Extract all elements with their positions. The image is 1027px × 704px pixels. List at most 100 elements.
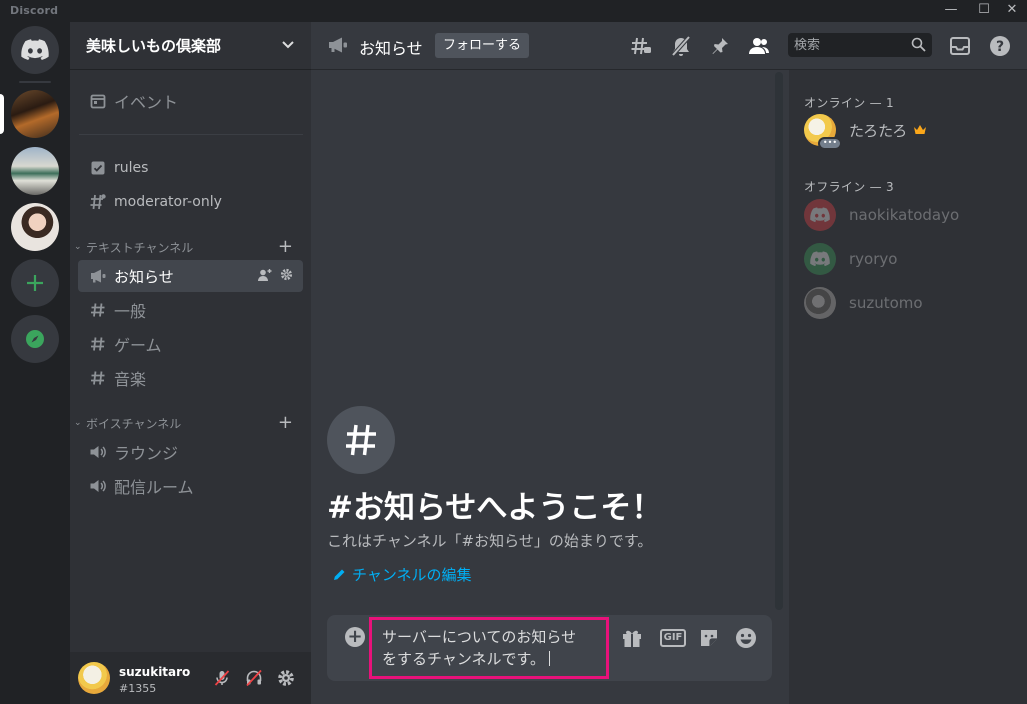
channel-moderator-only[interactable]: moderator-only [78,186,303,218]
avatar[interactable] [78,662,110,694]
invite-member-icon[interactable] [258,268,272,282]
search-input[interactable] [788,33,906,57]
chevron-down-icon [282,41,294,49]
crown-icon [914,125,927,134]
channel-sidebar: 美味しいもの倶楽部 イベント rules moderator-only ⌄ テキ… [70,22,311,704]
search-box[interactable] [788,33,932,57]
create-channel-icon[interactable]: + [278,238,293,256]
selected-server-indicator [0,94,4,134]
events-label: イベント [114,93,179,112]
help-button[interactable]: ? [988,34,1012,58]
add-server-button[interactable] [11,259,59,307]
welcome-description: これはチャンネル「#お知らせ」の始まりです。 [327,532,653,550]
avatar [804,199,836,231]
server-icon-food-club[interactable] [11,90,59,138]
members-icon [749,38,769,54]
mute-microphone-button[interactable] [212,668,232,688]
member-item[interactable]: ••• たろたろ [804,110,1019,150]
message-scrollbar[interactable] [775,72,783,610]
search-icon [911,37,926,52]
create-channel-icon[interactable]: + [278,414,293,432]
chat-area: お知らせ フォローする ? [311,22,1027,704]
threads-button[interactable] [629,34,653,58]
pin-icon [712,38,728,54]
rules-icon [88,158,108,178]
voice-channel-stream-room-label: 配信ルーム [114,478,194,497]
channel-game[interactable]: ゲーム [78,328,303,360]
bell-muted-icon [671,35,691,57]
voice-channel-stream-room[interactable]: 配信ルーム [78,470,303,502]
minimize-button[interactable]: — [936,1,966,21]
channel-moderator-only-label: moderator-only [114,194,222,210]
follow-button[interactable]: フォローする [435,33,530,58]
home-button[interactable] [11,26,59,74]
channel-rules[interactable]: rules [78,152,303,184]
member-list-button[interactable] [747,34,771,58]
avatar [804,243,836,275]
member-name: ryoryo [849,250,898,268]
hash-icon [88,334,108,354]
maximize-button[interactable]: ☐ [969,1,999,21]
user-settings-button[interactable] [276,668,296,688]
status-icon: ••• [818,137,842,150]
server-rail [0,22,70,704]
upload-button[interactable]: + [345,627,365,647]
discord-logo-icon [810,251,830,267]
channel-general[interactable]: 一般 [78,294,303,326]
channel-music-label: 音楽 [114,370,147,389]
edit-channel-label: チャンネルの編集 [352,566,472,584]
deafen-button[interactable] [244,668,264,688]
settings-gear-icon[interactable] [280,268,293,281]
edit-channel-link[interactable]: チャンネルの編集 [333,564,472,585]
member-list: オンライン — 1 ••• たろたろ オフライン — 3 naokikatoda… [789,70,1027,704]
category-voice-channels[interactable]: ⌄ ボイスチャンネル + [74,414,303,432]
discord-logo-icon [21,39,49,60]
voice-channel-lounge-label: ラウンジ [114,444,179,463]
member-item[interactable]: ryoryo [804,239,1019,279]
sidebar-divider [79,134,303,135]
member-item[interactable]: suzutomo [804,283,1019,323]
server-icon-train[interactable] [11,147,59,195]
channel-header-name: お知らせ [359,39,423,58]
discord-logo-icon [810,207,830,223]
app-title: Discord [10,4,59,17]
voice-channel-lounge[interactable]: ラウンジ [78,436,303,468]
member-name: naokikatodayo [849,206,960,224]
pencil-icon [334,569,345,580]
settings-gear-icon [278,670,294,686]
message-line-1: サーバーについてのお知らせ [382,628,577,646]
gif-label: GIF [659,629,687,647]
text-caret [549,651,551,666]
notification-settings-button[interactable] [669,34,693,58]
speaker-icon [88,476,108,496]
channel-rules-label: rules [114,160,149,176]
threads-icon [631,37,651,55]
pinned-messages-button[interactable] [708,34,732,58]
server-icon-portrait[interactable] [11,203,59,251]
chevron-down-icon: ⌄ [74,418,82,428]
member-item[interactable]: naokikatodayo [804,195,1019,235]
inbox-icon [950,37,970,55]
sticker-button[interactable] [697,626,721,650]
channel-header: お知らせ フォローする ? [311,22,1027,70]
channel-hash-badge [327,406,395,474]
events-item[interactable]: イベント [78,85,303,117]
message-input[interactable]: サーバーについてのお知らせ をするチャンネルです。 [369,617,609,679]
guild-header[interactable]: 美味しいもの倶楽部 [70,22,311,70]
user-panel: suzukitaro #1355 [70,652,311,704]
member-name: suzutomo [849,294,923,312]
gift-button[interactable] [620,626,644,650]
channel-announcements[interactable]: お知らせ [78,260,303,292]
megaphone-icon [88,266,108,286]
gif-button[interactable]: GIF [658,626,688,650]
explore-servers-button[interactable] [11,315,59,363]
guild-name: 美味しいもの倶楽部 [86,37,222,55]
category-text-channels[interactable]: ⌄ テキストチャンネル + [74,238,303,256]
close-button[interactable]: ✕ [997,1,1027,21]
channel-music[interactable]: 音楽 [78,362,303,394]
emoji-button[interactable] [734,626,758,650]
gift-icon [623,630,641,647]
user-name: suzukitaro [119,665,191,679]
inbox-button[interactable] [948,34,972,58]
channel-game-label: ゲーム [114,336,162,355]
